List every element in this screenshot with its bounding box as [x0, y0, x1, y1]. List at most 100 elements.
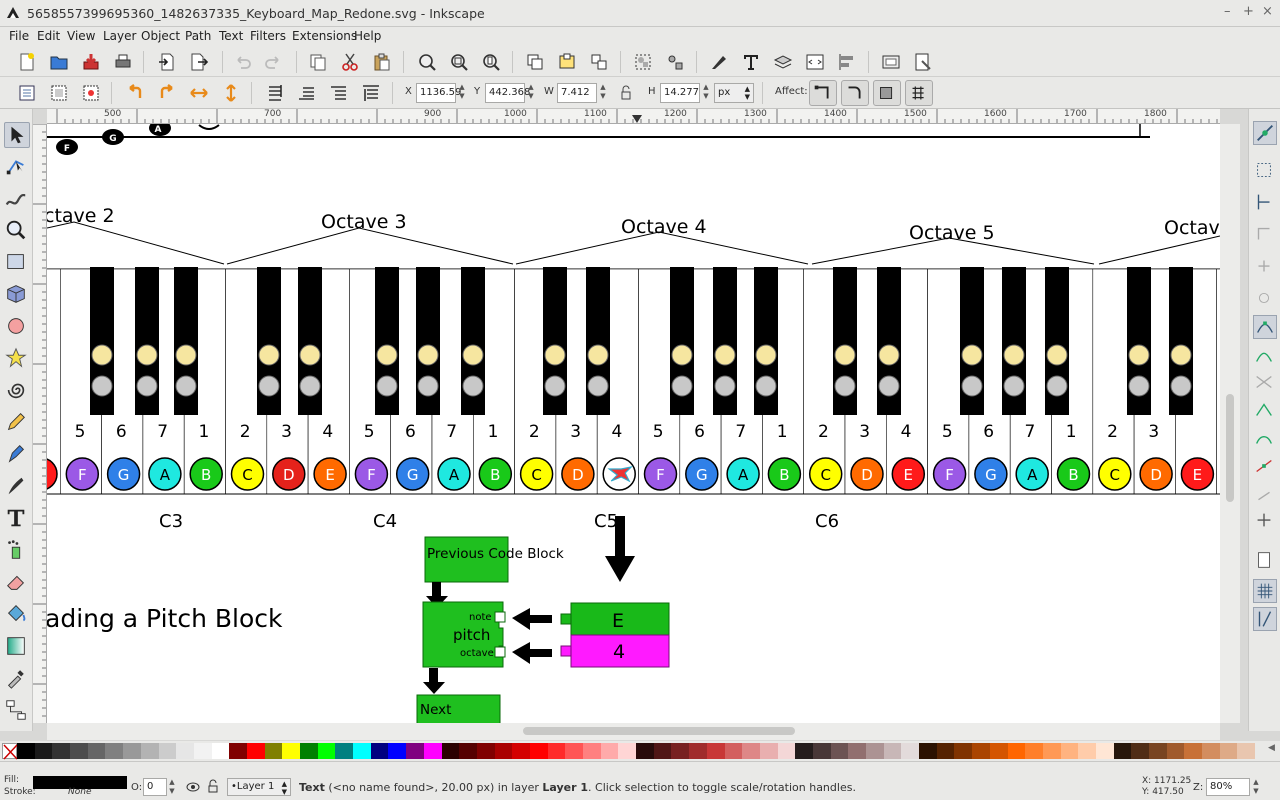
color-swatch[interactable] [282, 743, 300, 759]
deselect-icon[interactable] [78, 80, 104, 106]
align-icon[interactable] [834, 49, 860, 75]
redo-icon[interactable] [260, 49, 286, 75]
color-swatch[interactable] [459, 743, 477, 759]
snap-paths-icon[interactable] [1253, 345, 1277, 369]
color-swatch[interactable] [1095, 743, 1114, 759]
snap-cusp-icon[interactable] [1253, 399, 1277, 423]
ungroup-icon[interactable] [662, 49, 688, 75]
color-swatch[interactable] [529, 743, 548, 759]
y-spinner[interactable]: ▲ ▼ [526, 83, 536, 103]
color-swatch[interactable] [883, 743, 902, 759]
pencil-tool[interactable] [4, 410, 30, 436]
color-swatch[interactable] [17, 743, 35, 759]
calligraphy-tool[interactable] [4, 474, 30, 500]
color-swatch[interactable] [52, 743, 71, 759]
color-swatch[interactable] [618, 743, 637, 759]
text-tool[interactable] [4, 506, 30, 532]
menu-text[interactable]: Text [219, 29, 243, 43]
color-swatch[interactable] [353, 743, 371, 759]
snap-midpoints-icon[interactable] [1253, 455, 1277, 479]
opacity-spinner[interactable]: ▲ ▼ [167, 778, 177, 796]
zoom-tool[interactable] [4, 218, 30, 244]
eraser-tool[interactable] [4, 570, 30, 596]
flip-horizontal-icon[interactable] [186, 80, 212, 106]
visibility-eye-icon[interactable] [186, 780, 200, 794]
zoom-drawing-icon[interactable] [446, 49, 472, 75]
layer-lock-icon[interactable] [206, 779, 220, 793]
snap-bbox-edge-icon[interactable] [1253, 191, 1277, 215]
minimize-button[interactable]: – [1224, 4, 1231, 19]
xml-editor-icon[interactable] [802, 49, 828, 75]
snap-bbox-center-icon[interactable] [1253, 287, 1277, 311]
gradient-tool[interactable] [4, 634, 30, 660]
color-swatch[interactable] [848, 743, 866, 759]
select-all-icon[interactable] [14, 80, 40, 106]
affect-gradients-toggle[interactable] [873, 80, 901, 106]
color-swatch[interactable] [972, 743, 990, 759]
export-icon[interactable] [186, 49, 212, 75]
snap-smooth-icon[interactable] [1253, 427, 1277, 451]
color-swatch[interactable] [335, 743, 354, 759]
color-swatch[interactable] [565, 743, 583, 759]
snap-intersections-icon[interactable] [1253, 371, 1277, 395]
menu-filters[interactable]: Filters [250, 29, 286, 43]
color-swatch[interactable] [388, 743, 407, 759]
color-swatch[interactable] [600, 743, 619, 759]
star-tool[interactable] [4, 346, 30, 372]
color-swatch[interactable] [105, 743, 124, 759]
flip-vertical-icon[interactable] [218, 80, 244, 106]
color-swatch[interactable] [211, 743, 230, 759]
menu-extensions[interactable]: Extensions [292, 29, 357, 43]
color-swatch[interactable] [936, 743, 955, 759]
close-button[interactable]: × [1262, 4, 1273, 19]
color-swatch[interactable] [989, 743, 1008, 759]
drawing-canvas[interactable]: F G A ctave 2 Octave 3 Octave 4 Octave 5… [47, 124, 1220, 723]
color-swatch[interactable] [636, 743, 654, 759]
color-swatch[interactable] [176, 743, 194, 759]
duplicate-icon[interactable] [522, 49, 548, 75]
color-swatch[interactable] [229, 743, 247, 759]
color-swatch[interactable] [423, 743, 442, 759]
preferences-icon[interactable] [910, 49, 936, 75]
color-swatch[interactable] [87, 743, 106, 759]
3d-box-tool[interactable] [4, 282, 30, 308]
lower-icon[interactable] [294, 80, 320, 106]
new-doc-icon[interactable] [14, 49, 40, 75]
x-input[interactable]: 1136.59 [416, 83, 461, 103]
paint-bucket-tool[interactable] [4, 602, 30, 628]
snap-page-border-icon[interactable] [1253, 549, 1277, 573]
menu-file[interactable]: File [9, 29, 29, 43]
color-swatch[interactable] [1149, 743, 1167, 759]
w-input[interactable]: 7.412 [557, 83, 597, 103]
color-swatch[interactable] [919, 743, 937, 759]
pen-tool[interactable] [4, 442, 30, 468]
horizontal-scroll-thumb[interactable] [523, 727, 795, 735]
color-swatch[interactable] [795, 743, 813, 759]
snap-nodes-icon[interactable] [1253, 315, 1277, 339]
color-swatch[interactable] [494, 743, 513, 759]
color-swatch[interactable] [777, 743, 796, 759]
stroke-value[interactable]: None [68, 787, 91, 797]
affect-stroke-width-toggle[interactable] [809, 80, 837, 106]
clone-icon[interactable] [554, 49, 580, 75]
group-icon[interactable] [630, 49, 656, 75]
color-swatch[interactable] [70, 743, 88, 759]
raise-to-top-icon[interactable] [358, 80, 384, 106]
color-swatch[interactable] [1078, 743, 1096, 759]
menu-layer[interactable]: Layer [103, 29, 136, 43]
fill-stroke-icon[interactable] [706, 49, 732, 75]
color-swatch[interactable] [317, 743, 336, 759]
zoom-input[interactable]: 80% [1206, 778, 1250, 796]
ellipse-tool[interactable] [4, 314, 30, 340]
color-swatch[interactable] [547, 743, 566, 759]
snap-grid-icon[interactable] [1253, 579, 1277, 603]
snap-enable-icon[interactable] [1253, 121, 1277, 145]
color-swatch[interactable] [441, 743, 460, 759]
affect-corners-toggle[interactable] [841, 80, 869, 106]
color-swatch[interactable] [1042, 743, 1061, 759]
tweak-tool[interactable] [4, 186, 30, 212]
color-swatch[interactable] [1131, 743, 1149, 759]
color-swatch[interactable] [1025, 743, 1043, 759]
open-icon[interactable] [46, 49, 72, 75]
color-swatch[interactable] [671, 743, 690, 759]
